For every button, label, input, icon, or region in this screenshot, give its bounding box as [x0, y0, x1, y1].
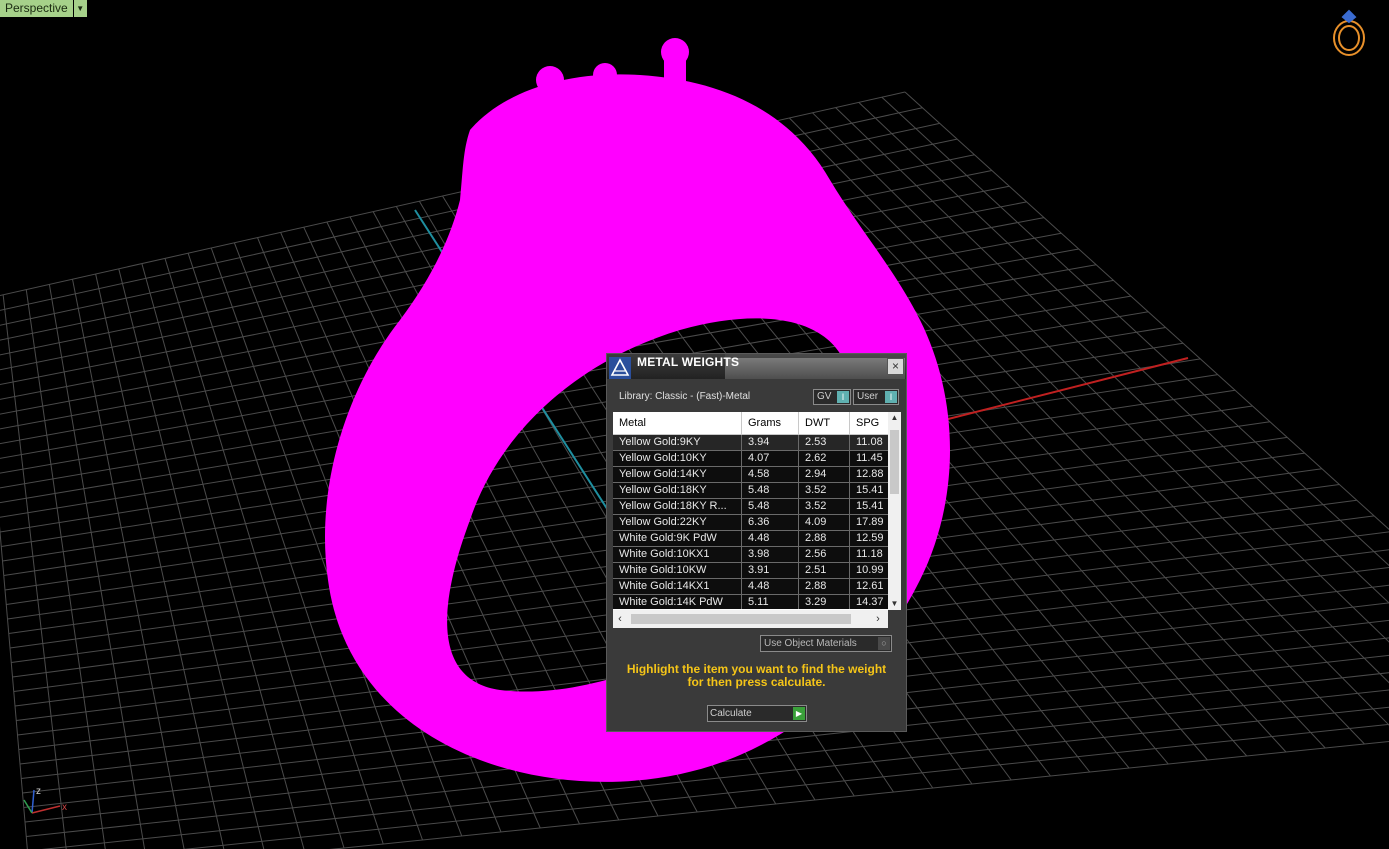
cell-metal: White Gold:10KX1: [613, 547, 742, 562]
close-button[interactable]: ×: [887, 358, 904, 375]
cell-spg: 14.37: [856, 596, 884, 608]
gv-toggle-knob[interactable]: I: [837, 391, 849, 403]
table-row[interactable]: White Gold:14K PdW 5.11 3.29 14.37: [613, 595, 888, 609]
cell-grams: 3.91: [742, 563, 799, 578]
cell-metal: Yellow Gold:14KY: [613, 467, 742, 482]
table-header: Metal Grams DWT SPG: [613, 412, 888, 435]
column-header-grams[interactable]: Grams: [742, 412, 799, 434]
vertical-scrollbar[interactable]: ▲ ▼: [888, 412, 901, 610]
cell-grams: 4.58: [742, 467, 799, 482]
column-header-metal[interactable]: Metal: [613, 412, 742, 434]
cell-spg: 17.89: [856, 516, 884, 528]
table-row[interactable]: White Gold:14KX1 4.48 2.88 12.61: [613, 579, 888, 595]
cell-grams: 5.11: [742, 595, 799, 609]
matrix-logo-icon: [609, 357, 631, 379]
column-header-dwt[interactable]: DWT: [799, 412, 850, 434]
viewport-label[interactable]: Perspective ▼: [0, 0, 87, 17]
user-toggle[interactable]: User I: [853, 389, 899, 405]
scroll-right-icon[interactable]: ›: [871, 610, 885, 628]
user-toggle-label: User: [857, 391, 879, 402]
dialog-titlebar[interactable]: METAL WEIGHTS ×: [607, 354, 906, 379]
scroll-corner: [888, 610, 901, 628]
scroll-up-icon[interactable]: ▲: [888, 412, 901, 424]
cell-spg: 12.61: [856, 580, 884, 592]
chevron-down-icon[interactable]: ▼: [73, 0, 87, 17]
table-row[interactable]: Yellow Gold:10KY 4.07 2.62 11.45: [613, 451, 888, 467]
cell-metal: White Gold:9K PdW: [613, 531, 742, 546]
instruction-line-2: for then press calculate.: [687, 675, 826, 689]
cell-metal: Yellow Gold:22KY: [613, 515, 742, 530]
cell-dwt: 2.51: [799, 563, 850, 578]
cell-grams: 4.48: [742, 579, 799, 594]
cell-spg: 12.88: [856, 468, 884, 480]
table-row[interactable]: White Gold:10KX1 3.98 2.56 11.18: [613, 547, 888, 563]
cell-dwt: 2.56: [799, 547, 850, 562]
axis-x-label: x: [62, 802, 67, 813]
axis-z-label: z: [36, 786, 41, 797]
cell-grams: 6.36: [742, 515, 799, 530]
cell-spg: 15.41: [856, 484, 884, 496]
scroll-thumb[interactable]: [890, 430, 899, 494]
horizontal-scrollbar[interactable]: ‹ ›: [613, 610, 888, 628]
user-toggle-knob[interactable]: I: [885, 391, 897, 403]
gv-toggle[interactable]: GV I: [813, 389, 851, 405]
cell-spg: 11.08: [856, 436, 883, 448]
cell-dwt: 2.62: [799, 451, 850, 466]
cell-metal: Yellow Gold:9KY: [613, 435, 742, 450]
cell-metal: White Gold:10KW: [613, 563, 742, 578]
table-row[interactable]: Yellow Gold:22KY 6.36 4.09 17.89: [613, 515, 888, 531]
cell-spg: 11.18: [856, 548, 883, 560]
table-row[interactable]: Yellow Gold:18KY 5.48 3.52 15.41: [613, 483, 888, 499]
calculate-label: Calculate: [710, 708, 752, 719]
cell-dwt: 3.29: [799, 595, 850, 609]
metal-weights-dialog: METAL WEIGHTS × Library: Classic - (Fast…: [606, 353, 907, 732]
cell-dwt: 2.88: [799, 531, 850, 546]
cell-metal: White Gold:14K PdW: [613, 595, 742, 609]
cell-grams: 3.98: [742, 547, 799, 562]
table-row[interactable]: White Gold:10KW 3.91 2.51 10.99: [613, 563, 888, 579]
cell-dwt: 3.52: [799, 483, 850, 498]
cell-spg: 15.41: [856, 500, 884, 512]
cell-grams: 3.94: [742, 435, 799, 450]
cell-spg: 11.45: [856, 452, 883, 464]
scroll-left-icon[interactable]: ‹: [613, 610, 627, 628]
cell-metal: White Gold:14KX1: [613, 579, 742, 594]
table-row[interactable]: Yellow Gold:14KY 4.58 2.94 12.88: [613, 467, 888, 483]
column-header-spg[interactable]: SPG: [850, 412, 888, 434]
cell-metal: Yellow Gold:10KY: [613, 451, 742, 466]
table-row[interactable]: Yellow Gold:9KY 3.94 2.53 11.08: [613, 435, 888, 451]
ring-navigation-icon[interactable]: [1333, 9, 1365, 56]
cell-grams: 4.48: [742, 531, 799, 546]
library-label: Library: Classic - (Fast)-Metal: [619, 391, 751, 402]
cell-dwt: 2.53: [799, 435, 850, 450]
gv-toggle-label: GV: [817, 391, 832, 402]
dialog-title: METAL WEIGHTS: [637, 355, 740, 369]
cell-metal: Yellow Gold:18KY: [613, 483, 742, 498]
radio-icon[interactable]: ○: [878, 637, 890, 650]
cell-dwt: 3.52: [799, 499, 850, 514]
calculate-button[interactable]: Calculate ▶: [707, 705, 807, 722]
metal-table[interactable]: Metal Grams DWT SPG Yellow Gold:9KY 3.94 2…: [613, 412, 901, 628]
use-object-materials-toggle[interactable]: Use Object Materials ○: [760, 635, 892, 652]
viewport-name[interactable]: Perspective: [0, 0, 73, 17]
cell-dwt: 2.94: [799, 467, 850, 482]
cell-spg: 12.59: [856, 532, 884, 544]
cell-grams: 5.48: [742, 483, 799, 498]
table-row[interactable]: Yellow Gold:18KY R... 5.48 3.52 15.41: [613, 499, 888, 515]
scroll-thumb-horizontal[interactable]: [631, 614, 851, 624]
cell-dwt: 4.09: [799, 515, 850, 530]
cell-grams: 5.48: [742, 499, 799, 514]
cell-spg: 10.99: [856, 564, 884, 576]
cell-dwt: 2.88: [799, 579, 850, 594]
cell-grams: 4.07: [742, 451, 799, 466]
use-object-materials-label: Use Object Materials: [764, 638, 857, 649]
table-row[interactable]: White Gold:9K PdW 4.48 2.88 12.59: [613, 531, 888, 547]
instruction-text: Highlight the item you want to find the …: [607, 663, 906, 689]
cell-metal: Yellow Gold:18KY R...: [613, 499, 742, 514]
table-body: Yellow Gold:9KY 3.94 2.53 11.08 Yellow Gold:…: [613, 435, 888, 609]
play-icon[interactable]: ▶: [793, 707, 805, 720]
scroll-down-icon[interactable]: ▼: [888, 598, 901, 610]
